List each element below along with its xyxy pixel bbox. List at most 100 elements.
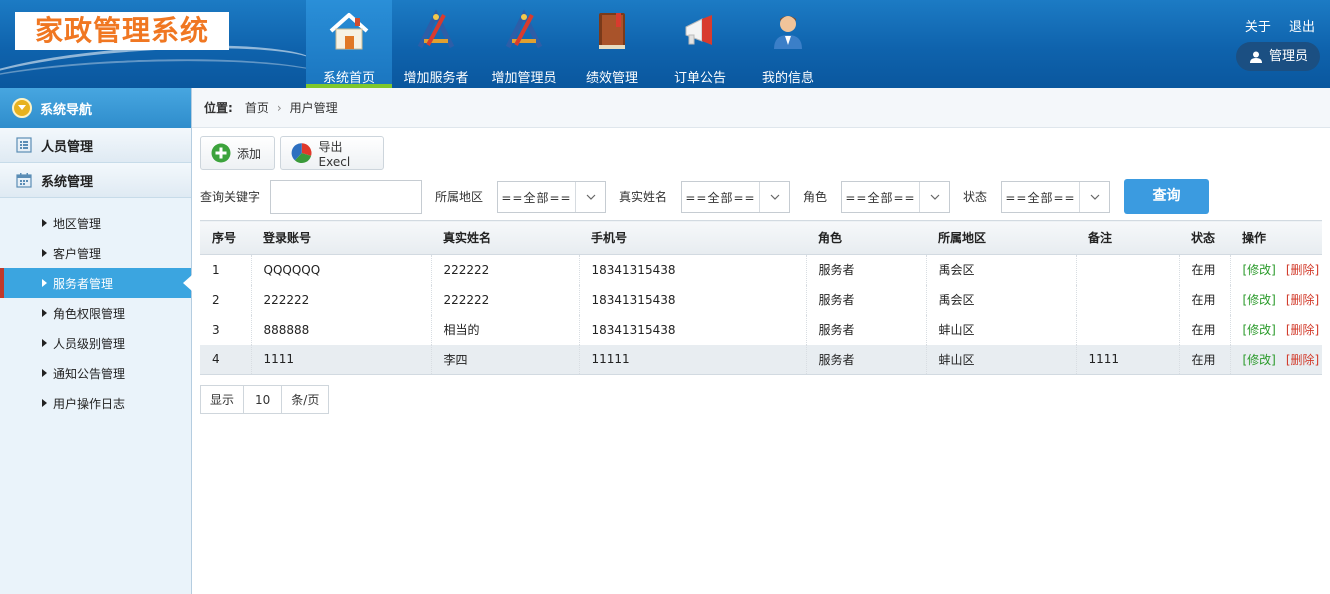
chevron-down-icon — [1079, 182, 1109, 212]
role-select[interactable]: ==全部== — [841, 181, 950, 213]
keyword-label: 查询关键字 — [200, 190, 261, 204]
breadcrumb: 位置: 首页 › 用户管理 — [192, 88, 1330, 128]
cell-note — [1076, 284, 1180, 315]
logout-link[interactable]: 退出 — [1289, 20, 1315, 35]
cell-status: 在用 — [1179, 344, 1231, 375]
breadcrumb-home[interactable]: 首页 — [245, 99, 269, 116]
caret-right-icon — [42, 279, 47, 287]
export-excel-button[interactable]: 导出Execl — [280, 136, 384, 170]
status-select[interactable]: ==全部== — [1001, 181, 1110, 213]
sidebar-group-label: 系统管理 — [41, 174, 94, 190]
edit-link[interactable]: [修改] — [1243, 293, 1276, 307]
edit-link[interactable]: [修改] — [1243, 323, 1276, 337]
query-button[interactable]: 查询 — [1124, 179, 1209, 214]
sidebar-item-staff-level[interactable]: 人员级别管理 — [0, 328, 191, 358]
cell-phone: 18341315438 — [579, 254, 807, 285]
cell-role: 服务者 — [806, 254, 927, 285]
nav-tab-home[interactable]: 系统首页 — [306, 0, 392, 88]
about-link[interactable]: 关于 — [1245, 20, 1271, 35]
sidebar-group-label: 人员管理 — [41, 139, 94, 155]
table-row: 4 1111 李四 11111 服务者 蚌山区 1111 在用 [修改] [删除] — [200, 344, 1322, 375]
sidebar: 系统导航 人员管理 系统管理 地区管理 客户管理 服务者管理 角色权限管理 人员… — [0, 88, 192, 594]
nav-tab-label: 增加服务者 — [403, 71, 469, 86]
cell-actions: [修改] [删除] — [1230, 285, 1322, 315]
book-icon — [599, 13, 625, 49]
table-header-row: 序号 登录账号 真实姓名 手机号 角色 所属地区 备注 状态 操作 — [200, 220, 1322, 255]
column-header: 角色 — [806, 220, 926, 255]
cell-status: 在用 — [1179, 284, 1231, 315]
delete-link[interactable]: [删除] — [1286, 263, 1319, 277]
cell-phone: 11111 — [579, 344, 807, 375]
keyword-input[interactable] — [270, 180, 422, 214]
sidebar-group-system[interactable]: 系统管理 — [0, 163, 191, 198]
admin-user-pill[interactable]: 管理员 — [1235, 42, 1320, 71]
header: 家政管理系统 系统首页 增加服务者 增加管理员 绩效管理 订单公告 我的信息 关… — [0, 0, 1330, 88]
cell-realname: 相当的 — [431, 314, 580, 345]
sidebar-group-people[interactable]: 人员管理 — [0, 128, 191, 163]
region-select[interactable]: ==全部== — [497, 181, 606, 213]
cell-role: 服务者 — [806, 284, 927, 315]
role-select-value: ==全部== — [845, 190, 916, 205]
plus-circle-icon — [211, 143, 231, 163]
cell-role: 服务者 — [806, 314, 927, 345]
cell-actions: [修改] [删除] — [1230, 315, 1322, 345]
edit-link[interactable]: [修改] — [1243, 263, 1276, 277]
page-size-value[interactable]: 10 — [243, 386, 283, 413]
nav-tab-add-admin[interactable]: 增加管理员 — [480, 0, 568, 88]
realname-select[interactable]: ==全部== — [681, 181, 790, 213]
add-button-label: 添加 — [237, 146, 262, 161]
table-row: 1 QQQQQQ 222222 18341315438 服务者 禹会区 在用 [… — [200, 254, 1322, 285]
cell-no: 3 — [200, 314, 252, 345]
user-silhouette-icon — [1249, 51, 1262, 63]
add-button[interactable]: 添加 — [200, 136, 275, 170]
chevron-right-icon: › — [276, 100, 282, 115]
cell-region: 蚌山区 — [926, 344, 1077, 375]
edit-link[interactable]: [修改] — [1243, 353, 1276, 367]
nav-tab-my-info[interactable]: 我的信息 — [744, 0, 832, 88]
breadcrumb-current: 用户管理 — [289, 101, 338, 115]
nav-tab-label: 系统首页 — [322, 71, 375, 86]
realname-select-value: ==全部== — [685, 190, 756, 205]
cell-actions: [修改] [删除] — [1230, 255, 1322, 285]
chevron-down-icon — [759, 182, 789, 212]
sidebar-item-label: 客户管理 — [53, 246, 102, 261]
cell-no: 4 — [200, 344, 252, 375]
caret-right-icon — [42, 309, 47, 317]
nav-tab-performance[interactable]: 绩效管理 — [568, 0, 656, 88]
sidebar-item-label: 用户操作日志 — [53, 396, 126, 411]
sidebar-item-region[interactable]: 地区管理 — [0, 208, 191, 238]
status-label: 状态 — [963, 190, 988, 204]
cell-note: 1111 — [1076, 344, 1180, 375]
nav-tab-add-provider[interactable]: 增加服务者 — [392, 0, 480, 88]
user-icon — [774, 16, 802, 49]
export-button-label: 导出Execl — [318, 139, 351, 169]
sidebar-item-notice[interactable]: 通知公告管理 — [0, 358, 191, 388]
delete-link[interactable]: [删除] — [1286, 293, 1319, 307]
sidebar-item-role-permission[interactable]: 角色权限管理 — [0, 298, 191, 328]
page-size-control: 显示 10 条/页 — [200, 385, 330, 414]
column-header: 真实姓名 — [431, 220, 579, 255]
sidebar-title: 系统导航 — [40, 102, 93, 118]
cell-region: 禹会区 — [926, 254, 1077, 285]
caret-right-icon — [42, 399, 47, 407]
megaphone-icon — [685, 15, 712, 45]
sidebar-item-op-log[interactable]: 用户操作日志 — [0, 388, 191, 418]
cell-no: 2 — [200, 284, 252, 315]
user-table: 序号 登录账号 真实姓名 手机号 角色 所属地区 备注 状态 操作 1 QQQQ… — [200, 220, 1322, 375]
caret-right-icon — [42, 369, 47, 377]
column-header: 操作 — [1230, 220, 1322, 255]
chevron-down-icon — [575, 182, 605, 212]
cell-role: 服务者 — [806, 344, 927, 375]
column-header: 序号 — [200, 220, 251, 255]
sidebar-item-customer[interactable]: 客户管理 — [0, 238, 191, 268]
delete-link[interactable]: [删除] — [1286, 323, 1319, 337]
admin-name: 管理员 — [1268, 49, 1308, 64]
delete-link[interactable]: [删除] — [1286, 353, 1319, 367]
sidebar-item-provider[interactable]: 服务者管理 — [0, 268, 192, 298]
column-header: 备注 — [1076, 220, 1179, 255]
column-header: 状态 — [1179, 220, 1230, 255]
top-nav: 系统首页 增加服务者 增加管理员 绩效管理 订单公告 我的信息 — [306, 0, 832, 88]
nav-tab-order-notice[interactable]: 订单公告 — [656, 0, 744, 88]
top-links: 关于 退出 — [1231, 16, 1315, 35]
